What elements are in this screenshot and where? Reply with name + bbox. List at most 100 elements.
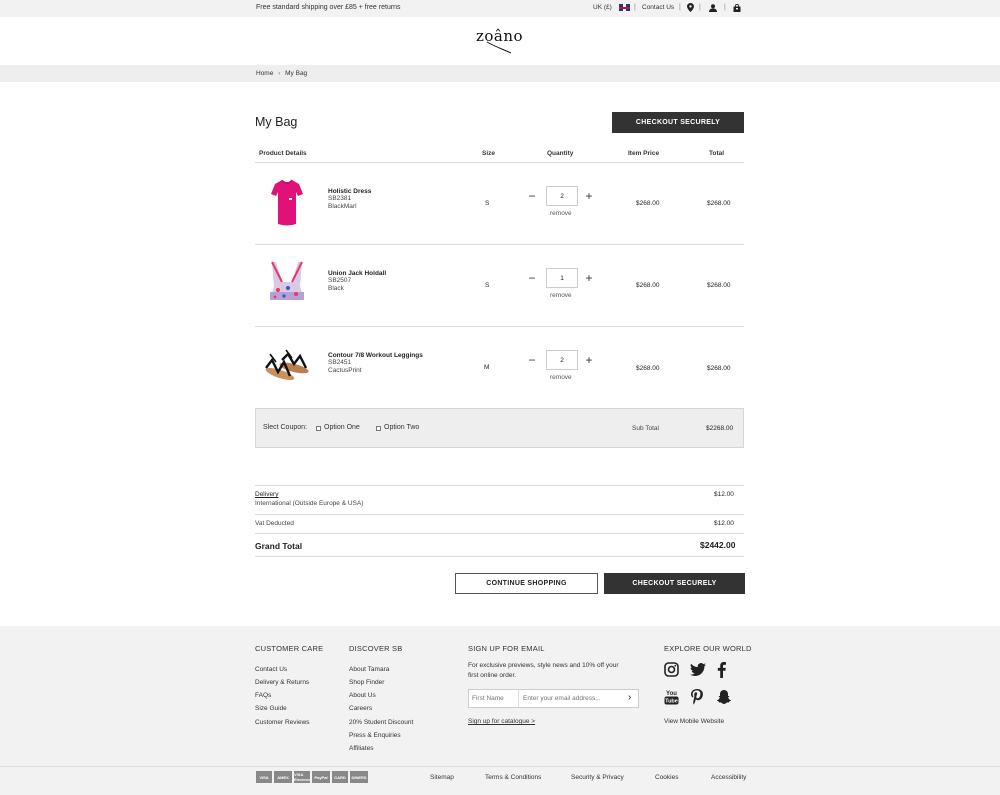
delivery-label[interactable]: Delivery	[255, 491, 278, 498]
divider	[255, 556, 744, 557]
product-size: M	[484, 364, 490, 371]
first-name-field[interactable]	[469, 690, 519, 707]
bag-icon[interactable]	[732, 3, 741, 12]
divider: |	[724, 4, 726, 11]
footer-link-size-guide[interactable]: Size Guide	[255, 705, 287, 712]
visa-card-icon: VISA	[256, 771, 272, 783]
youtube-icon[interactable]: You Tube	[664, 689, 679, 707]
continue-shopping-button[interactable]: CONTINUE SHOPPING	[455, 573, 598, 594]
plus-icon[interactable]: +	[584, 354, 594, 366]
item-total: $268.00	[707, 200, 731, 207]
vat-value: $12.00	[714, 520, 734, 527]
email-field[interactable]	[520, 690, 620, 707]
plus-icon[interactable]: +	[584, 190, 594, 202]
breadcrumb: Home › My Bag	[256, 70, 307, 77]
footer-link-sitemap[interactable]: Sitemap	[430, 774, 454, 781]
top-bar	[0, 0, 1000, 17]
item-price: $268.00	[636, 200, 660, 207]
breadcrumb-bar	[0, 65, 1000, 82]
plus-icon[interactable]: +	[584, 272, 594, 284]
list-item: Union Jack Holdall SB2507 Black	[328, 270, 386, 293]
account-icon[interactable]	[708, 3, 717, 12]
product-name[interactable]: Union Jack Holdall	[328, 270, 386, 277]
signup-heading: SIGN UP FOR EMAIL	[468, 644, 545, 653]
product-name[interactable]: Contour 7/8 Workout Leggings	[328, 352, 423, 359]
minus-icon[interactable]: −	[527, 272, 537, 284]
option-two-label[interactable]: Option Two	[384, 424, 419, 431]
remove-link[interactable]: remove	[550, 210, 572, 217]
submit-arrow-icon[interactable]: ›	[628, 692, 631, 703]
contact-us-link[interactable]: Contact Us	[642, 4, 674, 11]
footer-link-about-tamara[interactable]: About Tamara	[349, 666, 389, 673]
divider: |	[634, 4, 636, 11]
footer-link-careers[interactable]: Careers	[349, 705, 372, 712]
product-size: S	[485, 282, 490, 289]
quantity-input[interactable]: 2	[546, 350, 578, 370]
product-image-sandals[interactable]	[258, 334, 316, 402]
footer-link-accessibility[interactable]: Accessibility	[711, 774, 746, 781]
product-image-top[interactable]	[258, 170, 316, 238]
header-item-price: Item Price	[628, 150, 660, 157]
header-size: Size	[482, 150, 496, 157]
divider: |	[679, 4, 681, 11]
footer-link-customer-reviews[interactable]: Customer Reviews	[255, 719, 310, 726]
remove-link[interactable]: remove	[550, 292, 572, 299]
logo-swoosh-icon	[486, 41, 512, 54]
svg-text:You: You	[666, 691, 677, 697]
discover-heading: DISCOVER SB	[349, 644, 403, 653]
product-color: BlackMarl	[328, 203, 357, 210]
breadcrumb-home[interactable]: Home	[256, 70, 273, 77]
twitter-icon[interactable]	[690, 663, 706, 678]
vat-label: Vat Deducted	[255, 520, 294, 527]
footer-link-contact-us[interactable]: Contact Us	[255, 666, 287, 673]
pinterest-icon[interactable]	[690, 689, 704, 707]
minus-icon[interactable]: −	[527, 354, 537, 366]
mobile-website-link[interactable]: View Mobile Website	[664, 718, 724, 725]
option-two-checkbox[interactable]	[376, 426, 381, 431]
snapchat-icon[interactable]	[716, 689, 732, 707]
footer-link-security-privacy[interactable]: Security & Privacy	[571, 774, 624, 781]
footer-link-shop-finder[interactable]: Shop Finder	[349, 679, 384, 686]
quantity-input[interactable]: 1	[546, 268, 578, 288]
footer-link-cookies[interactable]: Cookies	[655, 774, 678, 781]
footer-link-affiliates[interactable]: Affiliates	[349, 745, 373, 752]
item-price: $268.00	[636, 365, 660, 372]
footer-link-about-us[interactable]: About Us	[349, 692, 376, 699]
product-name[interactable]: Holistic Dress	[328, 188, 371, 195]
product-color: Black	[328, 285, 344, 292]
checkout-button-bottom[interactable]: CHECKOUT SECURELY	[604, 573, 745, 594]
footer-link-faqs[interactable]: FAQs	[255, 692, 271, 699]
diners-card-icon: DINERS	[350, 771, 368, 783]
header-quantity: Quantity	[547, 150, 574, 157]
uk-flag-icon[interactable]	[619, 4, 630, 11]
region-selector[interactable]: UK (£)	[593, 4, 612, 11]
minus-icon[interactable]: −	[527, 190, 537, 202]
instagram-icon[interactable]	[664, 662, 679, 679]
remove-link[interactable]: remove	[550, 374, 572, 381]
divider	[255, 326, 744, 327]
option-one-checkbox[interactable]	[316, 426, 321, 431]
item-price: $268.00	[636, 282, 660, 289]
customer-care-heading: CUSTOMER CARE	[255, 644, 324, 653]
card-icon: CARD	[332, 771, 348, 783]
catalogue-signup-link[interactable]: Sign up for catalogue >	[468, 718, 535, 725]
location-icon[interactable]	[686, 3, 695, 12]
grand-total-value: $2442.00	[700, 540, 736, 550]
footer-link-delivery-returns[interactable]: Delivery & Returns	[255, 679, 309, 686]
facebook-icon[interactable]	[717, 662, 726, 680]
svg-text:Tube: Tube	[665, 699, 678, 705]
list-item: Holistic Dress SB2381 BlackMarl	[328, 188, 371, 211]
footer-link-terms[interactable]: Terms & Conditions	[485, 774, 541, 781]
option-one-label[interactable]: Option One	[324, 424, 360, 431]
signup-text: For exclusive previews, style news and 1…	[468, 662, 619, 679]
product-sku: SB2451	[328, 359, 352, 366]
item-total: $268.00	[707, 365, 731, 372]
divider	[255, 162, 744, 163]
checkout-button-top[interactable]: CHECKOUT SECURELY	[612, 112, 744, 133]
footer-link-student-discount[interactable]: 20% Student Discount	[349, 719, 413, 726]
product-size: S	[485, 200, 490, 207]
divider	[0, 766, 1000, 767]
quantity-input[interactable]: 2	[546, 186, 578, 206]
product-image-sports-bra[interactable]	[258, 252, 316, 320]
footer-link-press-enquiries[interactable]: Press & Enquiries	[349, 732, 401, 739]
